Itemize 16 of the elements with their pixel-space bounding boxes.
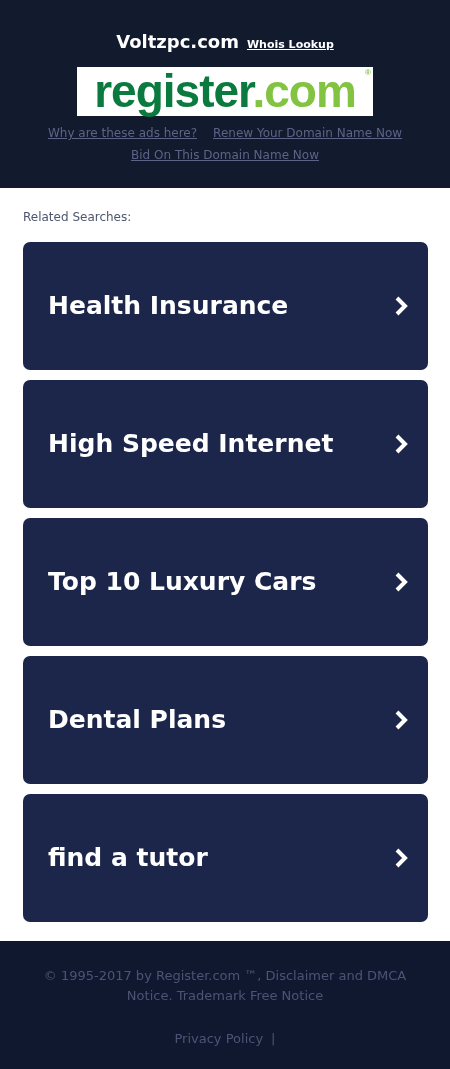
search-result-link[interactable]: Top 10 Luxury Cars xyxy=(23,518,428,646)
section-heading: Related Searches: xyxy=(23,209,133,226)
domain-title: Voltzpc.com xyxy=(116,30,239,54)
chevron-right-icon xyxy=(394,433,408,455)
chevron-right-icon xyxy=(394,295,408,317)
separator: | xyxy=(271,1030,276,1048)
whois-link[interactable]: Whois Lookup xyxy=(246,37,334,54)
search-result-link[interactable]: High Speed Internet xyxy=(23,380,428,508)
copyright-notice: © 1995-2017 by Register.com ™, Disclaimer and DMCA Notice. Trademark Free Notice xyxy=(42,967,408,1005)
logo: register.com ® xyxy=(77,67,373,116)
chevron-right-icon xyxy=(394,571,408,593)
search-result-link[interactable]: Health Insurance xyxy=(23,242,428,370)
chevron-right-icon xyxy=(394,709,408,731)
chevron-right-icon xyxy=(394,847,408,869)
search-result-link[interactable]: Dental Plans xyxy=(23,656,428,784)
search-result-link[interactable]: find a tutor xyxy=(23,794,428,922)
